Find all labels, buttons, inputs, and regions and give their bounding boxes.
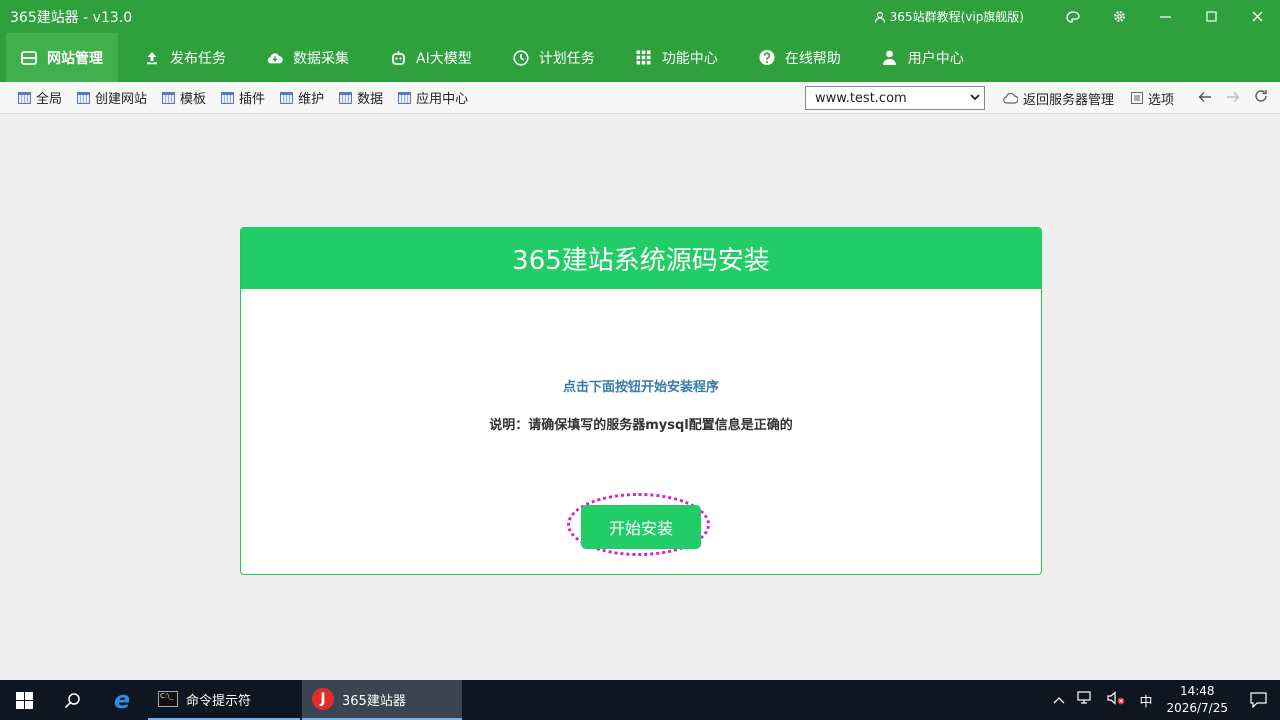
network-icon[interactable] [1071, 691, 1101, 709]
nav-item-site-management[interactable]: 网站管理 [6, 33, 118, 82]
grid-icon [636, 50, 652, 66]
internet-explorer-icon[interactable]: e [96, 680, 148, 720]
site-select[interactable]: www.test.com [805, 86, 985, 110]
app-title: 365建站器 - v13.0 [10, 9, 133, 26]
page-icon [398, 91, 412, 104]
chevron-up-icon[interactable] [1047, 693, 1071, 708]
user-icon [882, 50, 898, 66]
cloud-icon [1003, 92, 1018, 104]
forward-arrow-icon[interactable] [1219, 89, 1247, 107]
nav-label: 计划任务 [538, 50, 595, 67]
install-description: 说明：请确保填写的服务器mysql配置信息是正确的 [489, 418, 793, 433]
site-select-value: www.test.com [815, 90, 907, 106]
notification-icon[interactable] [1236, 692, 1280, 708]
main-nav: 网站管理 发布任务 数据采集 AI大模型 计划任务 功能中心 在线帮助 用户中心 [0, 33, 1280, 82]
install-card: 365建站系统源码安装 点击下面按钮开始安装程序 说明：请确保填写的服务器mys… [240, 227, 1042, 575]
tool-label: 插件 [239, 92, 266, 107]
nav-label: 网站管理 [47, 50, 103, 67]
nav-label: AI大模型 [416, 50, 472, 67]
gear-icon[interactable] [1096, 0, 1142, 33]
back-arrow-icon[interactable] [1191, 89, 1219, 107]
tool-label: 应用中心 [416, 92, 469, 107]
options-label: 选项 [1148, 92, 1175, 108]
nav-item-publish-task[interactable]: 发布任务 [129, 33, 241, 82]
tutorial-link[interactable]: 365站群教程(vip旗舰版) [874, 8, 1024, 25]
tool-label: 维护 [298, 92, 325, 107]
taskbar-app-cmd[interactable]: C:\_ 命令提示符 [148, 680, 300, 720]
nav-label: 用户中心 [907, 50, 964, 67]
page-icon [221, 91, 235, 104]
clock-icon [513, 49, 529, 66]
clock-date: 2026/7/25 [1166, 701, 1228, 715]
tool-label: 全局 [36, 92, 63, 107]
page-icon [339, 91, 353, 104]
tool-label: 数据 [357, 92, 384, 107]
list-icon [1131, 92, 1144, 104]
nav-item-feature-center[interactable]: 功能中心 [621, 33, 733, 82]
command-prompt-icon: C:\_ [158, 691, 178, 707]
toolbar: 全局 创建网站 模板 插件 维护 数据 应用中心 www.test.com 返回… [0, 82, 1280, 114]
start-install-button[interactable]: 开始安装 [581, 505, 701, 549]
install-title: 365建站系统源码安装 [241, 228, 1041, 289]
upload-icon [144, 50, 160, 66]
window-icon [21, 50, 37, 66]
tool-label: 创建网站 [95, 92, 148, 107]
search-icon[interactable] [48, 680, 96, 720]
robot-icon [390, 50, 406, 66]
back-to-server-button[interactable]: 返回服务器管理 [1003, 89, 1114, 108]
volume-muted-icon[interactable] [1101, 691, 1133, 709]
nav-item-data-collection[interactable]: 数据采集 [252, 33, 364, 82]
title-bar-controls: 365站群教程(vip旗舰版) [874, 0, 1280, 33]
nav-item-ai-model[interactable]: AI大模型 [375, 33, 487, 82]
clock-time: 14:48 [1179, 684, 1215, 698]
system-tray: 中 14:48 2026/7/25 [1047, 680, 1280, 720]
tutorial-label: 365站群教程(vip旗舰版) [889, 10, 1024, 24]
nav-item-scheduled-task[interactable]: 计划任务 [498, 33, 610, 82]
toolbar-right: 返回服务器管理 选项 [1003, 82, 1275, 114]
nav-label: 在线帮助 [784, 50, 841, 67]
tool-item-template[interactable]: 模板 [162, 88, 206, 107]
tool-item-create-site[interactable]: 创建网站 [77, 88, 147, 107]
app-logo-icon: J [312, 688, 334, 710]
refresh-icon[interactable] [1247, 89, 1275, 107]
page-icon [18, 91, 31, 104]
title-bar: 365建站器 - v13.0 365站群教程(vip旗舰版) [0, 0, 1280, 33]
windows-start-icon[interactable] [0, 680, 48, 720]
ime-indicator[interactable]: 中 [1133, 691, 1158, 710]
page-icon [77, 91, 91, 104]
clock[interactable]: 14:48 2026/7/25 [1158, 683, 1236, 717]
cloud-download-icon [267, 50, 283, 66]
help-icon [759, 49, 775, 66]
palette-icon[interactable] [1050, 0, 1096, 33]
minimize-icon[interactable] [1142, 0, 1188, 33]
taskbar-app-label: 命令提示符 [186, 693, 252, 709]
back-to-server-label: 返回服务器管理 [1023, 92, 1115, 108]
close-icon[interactable] [1234, 0, 1280, 33]
user-outline-icon [874, 11, 885, 23]
nav-label: 功能中心 [661, 50, 718, 67]
nav-item-user-center[interactable]: 用户中心 [867, 33, 979, 82]
nav-item-online-help[interactable]: 在线帮助 [744, 33, 856, 82]
page-icon [280, 91, 294, 104]
chevron-down-icon [970, 91, 980, 104]
options-button[interactable]: 选项 [1131, 89, 1174, 108]
page-icon [162, 91, 176, 104]
tool-item-plugin[interactable]: 插件 [221, 88, 265, 107]
nav-label: 发布任务 [170, 50, 226, 67]
install-hint: 点击下面按钮开始安装程序 [562, 380, 719, 395]
nav-label: 数据采集 [293, 50, 349, 67]
taskbar: e C:\_ 命令提示符 J 365建站器 中 14:48 2026/7/25 [0, 680, 1280, 720]
tool-item-global[interactable]: 全局 [18, 88, 62, 107]
maximize-icon[interactable] [1188, 0, 1234, 33]
tool-item-maintenance[interactable]: 维护 [280, 88, 324, 107]
taskbar-app-label: 365建站器 [342, 693, 406, 709]
tool-item-data[interactable]: 数据 [339, 88, 383, 107]
taskbar-app-365[interactable]: J 365建站器 [302, 680, 462, 720]
tool-item-app-center[interactable]: 应用中心 [398, 88, 468, 107]
tool-label: 模板 [180, 92, 207, 107]
